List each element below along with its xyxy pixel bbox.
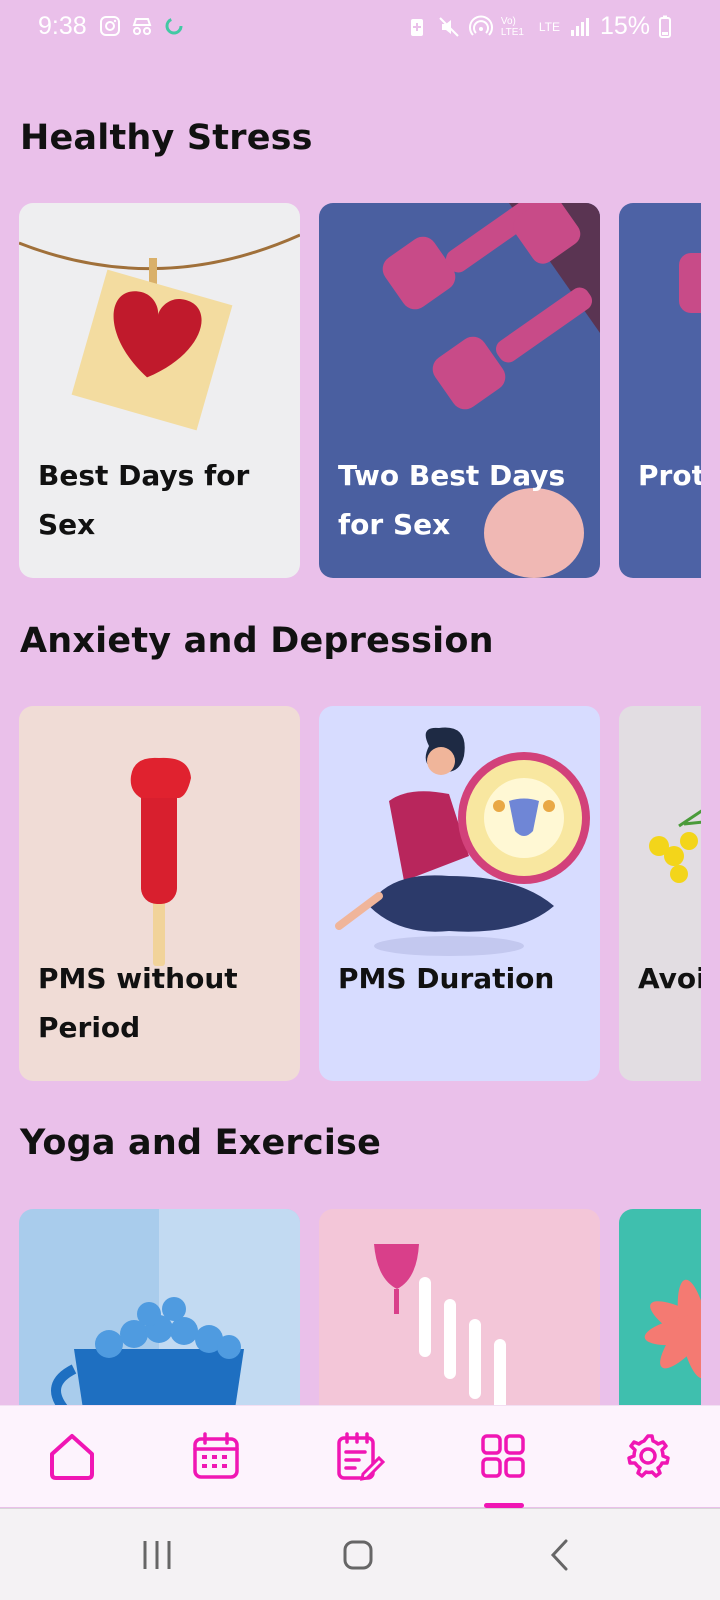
calendar-icon[interactable]	[190, 1430, 242, 1482]
pink-flower-image	[619, 1209, 701, 1405]
home-icon[interactable]	[46, 1430, 98, 1482]
article-card[interactable]	[19, 1209, 300, 1405]
article-card[interactable]: Two Best Days for Sex	[319, 203, 600, 578]
card-title: PMS Duration	[338, 962, 555, 995]
notes-icon[interactable]	[333, 1430, 385, 1482]
yellow-flowers-image	[619, 706, 701, 1081]
section-title: Healthy Stress	[20, 118, 313, 158]
article-card[interactable]: Best Days for Sex	[19, 203, 300, 578]
card-title: Prot for C	[638, 459, 701, 492]
menstrual-cup-tampons-image	[319, 1209, 600, 1405]
card-row[interactable]: PMS without Period PMS Duration Avoi	[19, 706, 701, 1081]
card-title: Two Best Days for Sex	[338, 459, 566, 541]
article-card[interactable]	[619, 1209, 701, 1405]
article-card[interactable]: Prot for C	[619, 203, 701, 578]
home-button-icon[interactable]	[342, 1537, 374, 1573]
woman-uterus-illustration	[319, 706, 600, 1081]
sync-circle-icon	[165, 17, 183, 35]
incognito-icon	[132, 18, 152, 35]
card-title: PMS without Period	[38, 962, 238, 1044]
hotspot-icon	[468, 15, 493, 36]
grid-icon[interactable]	[477, 1430, 529, 1482]
card-title: Avoi Food	[638, 962, 701, 995]
bottom-nav	[0, 1405, 720, 1508]
system-nav-bar	[0, 1508, 720, 1600]
article-card[interactable]	[319, 1209, 600, 1405]
battery-saver-icon	[410, 18, 423, 36]
signal-icon	[570, 17, 589, 36]
battery-icon	[659, 15, 671, 38]
card-row[interactable]	[19, 1209, 701, 1405]
back-icon[interactable]	[548, 1537, 572, 1573]
gear-icon[interactable]	[622, 1430, 674, 1482]
article-card[interactable]: PMS without Period	[19, 706, 300, 1081]
status-right-icons: Vo) LTE1 LTE 15%	[405, 12, 672, 41]
card-title: Best Days for Sex	[38, 459, 250, 541]
card-row[interactable]: Best Days for Sex Two Best Days for Sex	[19, 203, 701, 578]
battery-percent: 15%	[599, 12, 650, 40]
blue-dumbbell-image	[619, 203, 701, 578]
section-title: Yoga and Exercise	[20, 1123, 382, 1163]
status-bar: 9:38 Vo) LTE1 LTE 15%	[0, 0, 720, 52]
article-card[interactable]: PMS Duration	[319, 706, 600, 1081]
blue-cup-pills-image	[19, 1209, 300, 1405]
recent-apps-icon[interactable]	[140, 1537, 174, 1573]
status-left-icons	[98, 14, 186, 38]
section-title: Anxiety and Depression	[20, 621, 494, 661]
mute-icon	[439, 16, 459, 37]
lte-icon: LTE	[538, 19, 560, 34]
instagram-icon	[100, 16, 120, 36]
volte-icon: Vo) LTE1	[500, 15, 524, 38]
status-time: 9:38	[38, 12, 87, 40]
article-card[interactable]: Avoi Food	[619, 706, 701, 1081]
